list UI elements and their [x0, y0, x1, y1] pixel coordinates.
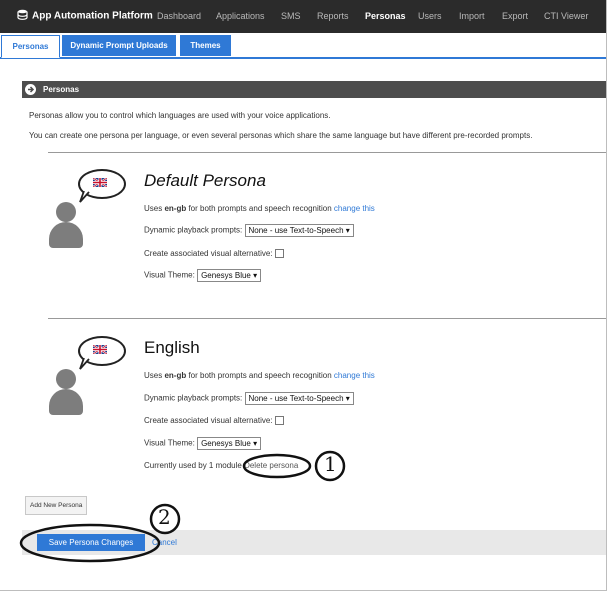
theme-label: Visual Theme: [144, 270, 195, 280]
tab-personas[interactable]: Personas [1, 35, 60, 58]
nav-users[interactable]: Users [418, 11, 442, 21]
section-title: Personas [43, 85, 80, 94]
theme-row: Visual Theme: Genesys Blue ▾ [144, 437, 262, 450]
playback-row: Dynamic playback prompts: None - use Tex… [144, 392, 354, 405]
app-brand[interactable]: App Automation Platform [17, 9, 153, 23]
theme-select[interactable]: Genesys Blue ▾ [197, 269, 262, 282]
persona-language-line: Uses en-gb for both prompts and speech r… [144, 204, 375, 213]
uses-prefix: Uses [144, 204, 165, 213]
divider [48, 318, 606, 319]
change-language-link[interactable]: change this [334, 371, 375, 380]
visual-alt-label: Create associated visual alternative: [144, 249, 273, 258]
visual-alt-row: Create associated visual alternative: [144, 416, 284, 426]
app-title: App Automation Platform [32, 10, 153, 22]
nav-dashboard[interactable]: Dashboard [157, 11, 201, 21]
change-language-link[interactable]: change this [334, 204, 375, 213]
uk-flag-icon [93, 345, 107, 354]
app-window: App Automation Platform Dashboard Applic… [0, 0, 607, 591]
usage-text: Currently used by 1 module [144, 461, 242, 470]
arrow-circle-icon [25, 84, 36, 95]
callout-badge-1 [314, 450, 346, 482]
nav-applications[interactable]: Applications [216, 11, 265, 21]
nav-personas[interactable]: Personas [365, 11, 406, 21]
person-icon-body [49, 222, 83, 248]
persona-name: English [144, 338, 200, 357]
save-persona-changes-button[interactable]: Save Persona Changes [37, 534, 145, 551]
nav-sms[interactable]: SMS [281, 11, 301, 21]
person-icon [56, 369, 76, 389]
database-icon [17, 9, 28, 23]
tab-themes[interactable]: Themes [180, 35, 231, 56]
playback-row: Dynamic playback prompts: None - use Tex… [144, 224, 354, 237]
theme-label: Visual Theme: [144, 438, 195, 448]
person-icon-body [49, 389, 83, 415]
playback-label: Dynamic playback prompts: [144, 225, 243, 235]
uses-prefix: Uses [144, 371, 165, 380]
playback-select[interactable]: None - use Text-to-Speech ▾ [244, 392, 354, 405]
nav-cti-viewer[interactable]: CTI Viewer [544, 11, 588, 21]
language-code: en-gb [164, 371, 187, 380]
usage-row: Currently used by 1 module Delete person… [144, 461, 298, 470]
divider [48, 152, 606, 153]
theme-select[interactable]: Genesys Blue ▾ [197, 437, 262, 450]
visual-alt-checkbox[interactable] [274, 249, 284, 259]
nav-export[interactable]: Export [502, 11, 528, 21]
section-description-1: Personas allow you to control which lang… [29, 111, 331, 120]
section-header: Personas [22, 81, 606, 98]
theme-row: Visual Theme: Genesys Blue ▾ [144, 269, 262, 282]
persona-name: Default Persona [144, 171, 266, 190]
visual-alt-label: Create associated visual alternative: [144, 416, 273, 425]
playback-label: Dynamic playback prompts: [144, 393, 243, 403]
language-code: en-gb [164, 204, 187, 213]
uses-suffix: for both prompts and speech recognition [186, 371, 334, 380]
persona-language-line: Uses en-gb for both prompts and speech r… [144, 371, 375, 380]
callout-number-2: 2 [158, 505, 171, 529]
cancel-link[interactable]: Cancel [152, 538, 177, 547]
uses-suffix: for both prompts and speech recognition [186, 204, 334, 213]
section-description-2: You can create one persona per language,… [29, 131, 533, 140]
callout-number-1: 1 [324, 452, 337, 476]
person-icon [56, 202, 76, 222]
nav-reports[interactable]: Reports [317, 11, 349, 21]
tab-dynamic-prompt-uploads[interactable]: Dynamic Prompt Uploads [62, 35, 176, 56]
add-new-persona-button[interactable]: Add New Persona [25, 496, 88, 515]
top-navigation: App Automation Platform Dashboard Applic… [0, 0, 606, 33]
nav-import[interactable]: Import [459, 11, 485, 21]
visual-alt-checkbox[interactable] [274, 416, 284, 426]
visual-alt-row: Create associated visual alternative: [144, 249, 284, 259]
tab-bar: Personas Dynamic Prompt Uploads Themes [0, 33, 606, 59]
delete-persona-link[interactable]: Delete persona [244, 461, 298, 470]
playback-select[interactable]: None - use Text-to-Speech ▾ [244, 224, 354, 237]
uk-flag-icon [93, 178, 107, 187]
